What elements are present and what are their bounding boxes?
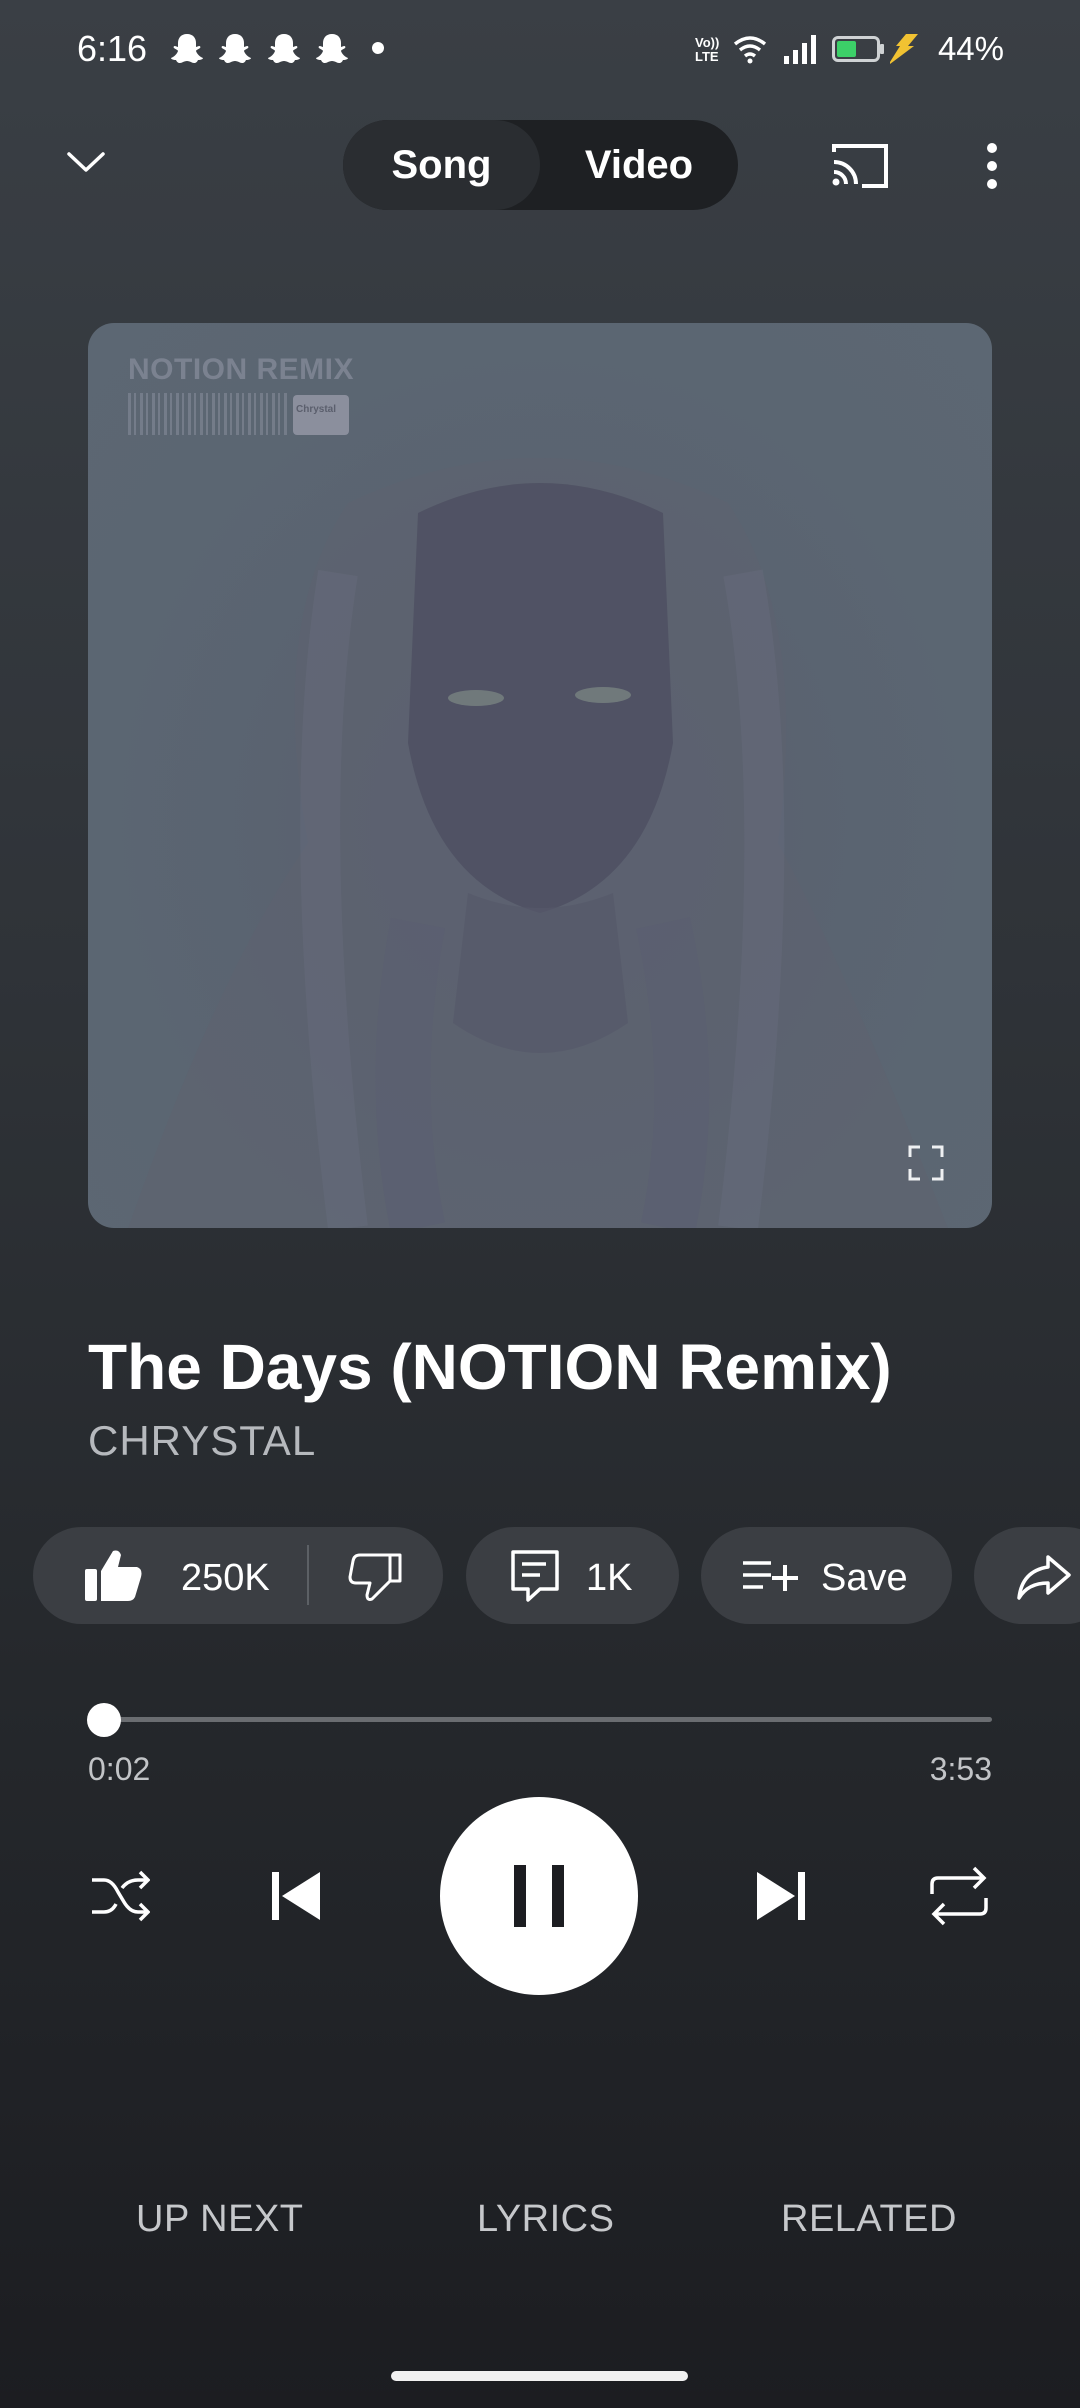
progress-track[interactable] — [94, 1717, 992, 1722]
volte-bottom-label: LTE — [695, 49, 719, 64]
battery-icon — [832, 36, 880, 62]
snapchat-icon — [316, 34, 348, 63]
status-time: 6:16 — [77, 28, 148, 69]
volte-top-label: Vo)) — [695, 35, 720, 50]
comment-count: 1K — [586, 1557, 633, 1599]
thumbs-down-icon[interactable] — [348, 1551, 404, 1603]
fullscreen-icon[interactable] — [908, 1145, 944, 1181]
battery-percent: 44% — [937, 30, 1004, 67]
battery-tip — [880, 44, 884, 54]
total-duration: 3:53 — [929, 1751, 992, 1787]
song-title: The Days (NOTION Remix) — [88, 1331, 892, 1403]
snapchat-icon — [268, 34, 300, 63]
segment-video-button[interactable]: Video — [540, 120, 738, 210]
next-track-icon[interactable] — [753, 1868, 809, 1924]
add-to-playlist-icon — [743, 1561, 798, 1591]
notification-dot — [372, 42, 384, 54]
wifi-icon — [733, 36, 767, 64]
volte-indicator: Vo)) LTE — [695, 36, 719, 64]
chip-divider — [307, 1545, 309, 1605]
play-pause-button[interactable] — [440, 1797, 638, 1995]
home-indicator[interactable] — [391, 2371, 688, 2381]
comment-icon — [511, 1550, 559, 1602]
artwork-portrait-image — [128, 458, 948, 1228]
album-artwork[interactable]: NOTION REMIX Chrystal — [88, 323, 992, 1228]
cast-icon[interactable] — [830, 140, 890, 190]
snapchat-icon — [171, 34, 203, 63]
tab-up-next[interactable]: UP NEXT — [136, 2198, 304, 2241]
save-label: Save — [821, 1557, 908, 1599]
artwork-barcode — [128, 393, 288, 435]
minimize-chevron-down-icon[interactable] — [66, 148, 106, 176]
snapchat-icon — [219, 34, 251, 63]
more-options-icon[interactable] — [985, 143, 999, 189]
segment-song-button[interactable]: Song — [343, 120, 540, 210]
share-chip[interactable] — [974, 1527, 1080, 1624]
tab-lyrics[interactable]: LYRICS — [477, 2198, 614, 2241]
artwork-overlay-title: NOTION REMIX — [128, 353, 355, 386]
save-chip[interactable]: Save — [701, 1527, 952, 1624]
artist-name[interactable]: CHRYSTAL — [88, 1417, 316, 1465]
shuffle-icon[interactable] — [90, 1868, 150, 1924]
tab-related[interactable]: RELATED — [781, 2198, 957, 2241]
status-bar: 6:16 Vo)) LTE 44% — [0, 0, 1080, 100]
like-dislike-chip: 250K — [33, 1527, 443, 1624]
signal-icon — [784, 35, 816, 64]
artwork-badge-text: Chrystal — [296, 404, 337, 415]
charging-bolt-icon — [890, 34, 918, 64]
elapsed-time: 0:02 — [88, 1751, 151, 1787]
previous-track-icon[interactable] — [268, 1868, 324, 1924]
comments-chip[interactable]: 1K — [466, 1527, 679, 1624]
artwork-badge: Chrystal — [293, 395, 349, 435]
share-icon — [1017, 1555, 1071, 1600]
thumbs-up-icon[interactable] — [83, 1547, 145, 1603]
pause-icon — [514, 1865, 564, 1927]
like-count[interactable]: 250K — [181, 1557, 270, 1600]
repeat-icon[interactable] — [928, 1866, 990, 1926]
progress-scrubber[interactable] — [87, 1703, 122, 1737]
